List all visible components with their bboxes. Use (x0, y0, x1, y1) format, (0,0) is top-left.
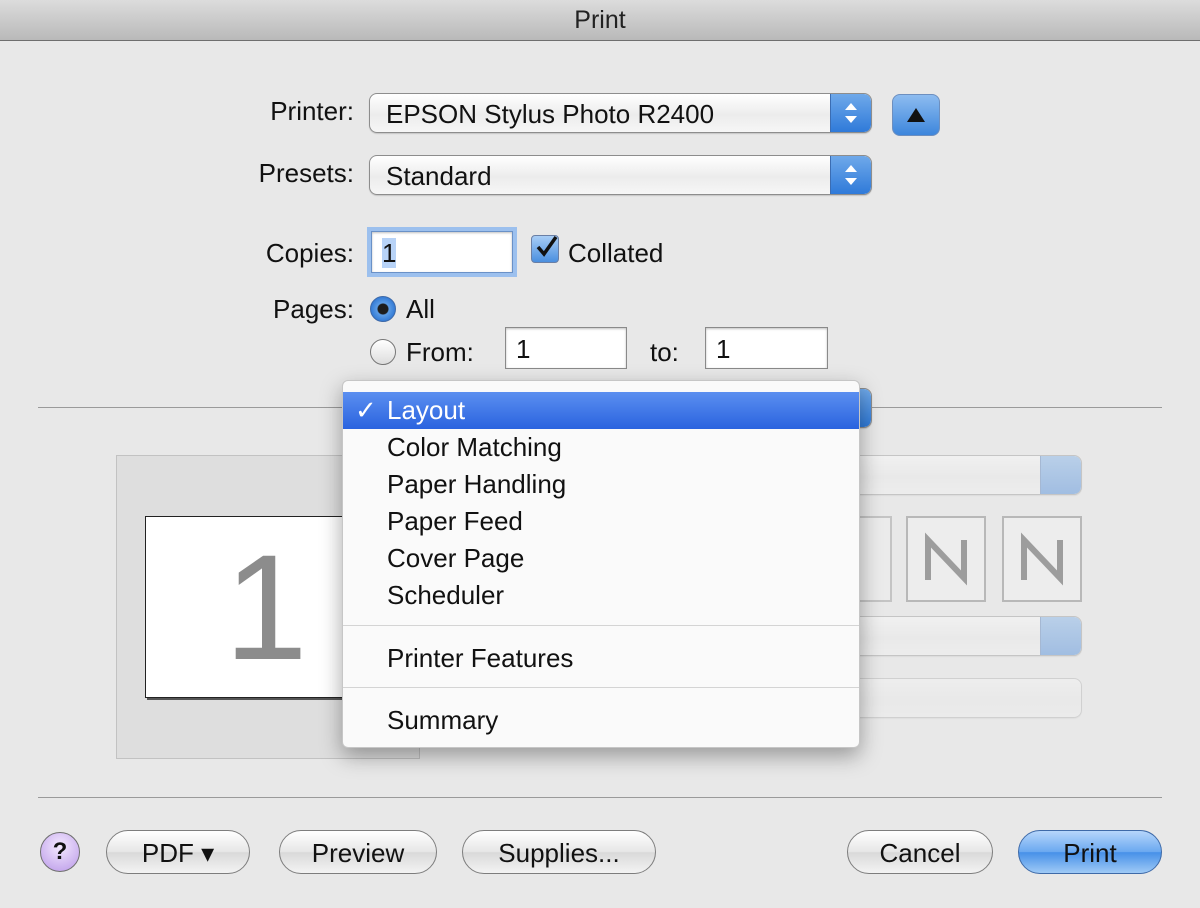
pdf-menu-button[interactable]: PDF ▾ (106, 830, 250, 874)
menu-item-color-matching[interactable]: Color Matching (343, 429, 859, 466)
presets-popup[interactable]: Standard (369, 155, 872, 195)
preview-button[interactable]: Preview (279, 830, 437, 874)
pages-from-value: 1 (516, 334, 531, 364)
pages-to-value: 1 (716, 334, 731, 364)
menu-item-label: Paper Feed (387, 506, 523, 536)
pages-label: Pages: (273, 294, 354, 324)
menu-separator (343, 625, 859, 626)
pages-all-radio[interactable] (370, 296, 396, 322)
copies-field[interactable]: 1 (371, 231, 513, 273)
menu-item-paper-feed[interactable]: Paper Feed (343, 503, 859, 540)
menu-item-label: Printer Features (387, 643, 574, 673)
page-preview-sheet: 1 (145, 516, 357, 698)
menu-item-paper-handling[interactable]: Paper Handling (343, 466, 859, 503)
pages-to-field[interactable]: 1 (705, 327, 828, 369)
updown-arrows-icon (1040, 617, 1081, 655)
updown-arrows-icon (830, 94, 871, 132)
disclosure-triangle-button[interactable] (892, 94, 940, 136)
menu-item-label: Layout (387, 395, 466, 425)
menu-item-scheduler[interactable]: Scheduler (343, 577, 859, 614)
presets-value: Standard (386, 161, 492, 191)
presets-label: Presets: (258, 158, 354, 188)
pages-from-radio[interactable] (370, 339, 396, 365)
menu-item-label: Cover Page (387, 543, 525, 573)
menu-item-label: Scheduler (387, 580, 505, 610)
menu-separator (343, 687, 859, 688)
updown-arrows-icon (1040, 456, 1081, 494)
pages-all-label[interactable]: All (406, 294, 435, 325)
menu-item-printer-features[interactable]: Printer Features (343, 640, 859, 677)
collated-checkbox[interactable] (531, 235, 559, 263)
updown-arrows-icon (830, 156, 871, 194)
printer-popup[interactable]: EPSON Stylus Photo R2400 (369, 93, 872, 133)
supplies-button[interactable]: Supplies... (462, 830, 656, 874)
triangle-up-icon (907, 108, 925, 122)
pages-from-label[interactable]: From: (406, 337, 474, 368)
pages-from-field[interactable]: 1 (505, 327, 627, 369)
checkmark-icon (536, 235, 558, 257)
menu-item-label: Paper Handling (387, 469, 567, 499)
menu-item-label: Color Matching (387, 432, 562, 462)
menu-item-layout[interactable]: ✓ Layout (343, 392, 859, 429)
cancel-button[interactable]: Cancel (847, 830, 993, 874)
checkmark-icon: ✓ (355, 395, 377, 425)
layout-direction-n-icon[interactable] (1002, 516, 1082, 602)
collated-label[interactable]: Collated (568, 238, 663, 269)
copies-label: Copies: (265, 238, 354, 268)
menu-item-cover-page[interactable]: Cover Page (343, 540, 859, 577)
help-button[interactable]: ? (40, 832, 80, 872)
copies-value: 1 (382, 238, 397, 268)
bottom-separator (38, 797, 1162, 798)
printer-value: EPSON Stylus Photo R2400 (386, 99, 715, 129)
panel-dropdown-menu: ✓ Layout Color Matching Paper Handling P… (342, 380, 860, 748)
window-title: Print (0, 0, 1200, 41)
pages-to-label: to: (650, 337, 679, 367)
layout-direction-n-reverse-icon[interactable] (906, 516, 986, 602)
menu-item-label: Summary (387, 705, 499, 735)
menu-item-summary[interactable]: Summary (343, 702, 859, 739)
print-button[interactable]: Print (1018, 830, 1162, 874)
printer-label: Printer: (270, 96, 354, 126)
